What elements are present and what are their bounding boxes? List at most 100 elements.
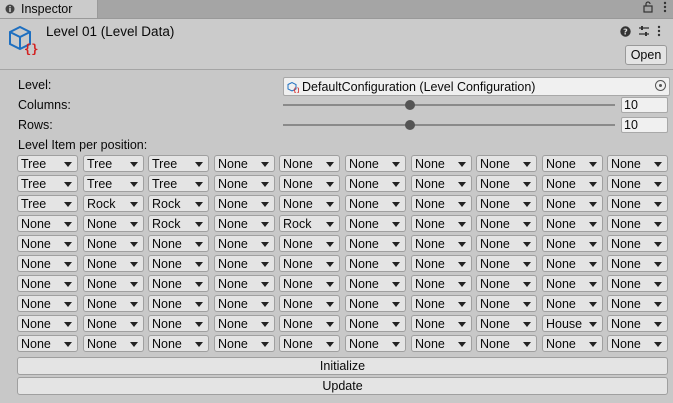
- level-item-dropdown[interactable]: None: [214, 235, 275, 252]
- level-item-dropdown[interactable]: None: [542, 335, 603, 352]
- level-item-dropdown[interactable]: None: [607, 155, 668, 172]
- level-item-dropdown[interactable]: None: [411, 155, 472, 172]
- level-item-dropdown[interactable]: None: [476, 315, 537, 332]
- level-item-dropdown[interactable]: None: [279, 155, 340, 172]
- lock-icon[interactable]: [643, 1, 653, 16]
- level-item-dropdown[interactable]: None: [83, 295, 144, 312]
- level-item-dropdown[interactable]: None: [279, 255, 340, 272]
- level-item-dropdown[interactable]: None: [345, 235, 406, 252]
- level-item-dropdown[interactable]: None: [214, 295, 275, 312]
- level-item-dropdown[interactable]: None: [17, 335, 78, 352]
- level-item-dropdown[interactable]: None: [607, 215, 668, 232]
- object-picker-icon[interactable]: [655, 80, 666, 91]
- level-item-dropdown[interactable]: None: [542, 235, 603, 252]
- level-item-dropdown[interactable]: None: [148, 295, 209, 312]
- level-item-dropdown[interactable]: None: [607, 195, 668, 212]
- level-item-dropdown[interactable]: None: [476, 175, 537, 192]
- level-item-dropdown[interactable]: None: [279, 295, 340, 312]
- level-item-dropdown[interactable]: None: [17, 235, 78, 252]
- level-item-dropdown[interactable]: None: [83, 215, 144, 232]
- level-item-dropdown[interactable]: House: [542, 315, 603, 332]
- level-item-dropdown[interactable]: None: [542, 295, 603, 312]
- level-item-dropdown[interactable]: None: [214, 255, 275, 272]
- level-item-dropdown[interactable]: None: [345, 315, 406, 332]
- level-item-dropdown[interactable]: None: [542, 195, 603, 212]
- level-item-dropdown[interactable]: Rock: [83, 195, 144, 212]
- level-item-dropdown[interactable]: Rock: [279, 215, 340, 232]
- open-button[interactable]: Open: [625, 45, 667, 65]
- level-item-dropdown[interactable]: None: [345, 255, 406, 272]
- level-item-dropdown[interactable]: None: [148, 335, 209, 352]
- level-item-dropdown[interactable]: None: [214, 215, 275, 232]
- header-kebab-menu-icon[interactable]: [657, 25, 661, 40]
- level-item-dropdown[interactable]: Rock: [148, 215, 209, 232]
- level-item-dropdown[interactable]: None: [214, 175, 275, 192]
- level-item-dropdown[interactable]: None: [345, 335, 406, 352]
- level-item-dropdown[interactable]: None: [214, 275, 275, 292]
- level-item-dropdown[interactable]: None: [607, 275, 668, 292]
- level-item-dropdown[interactable]: None: [607, 295, 668, 312]
- level-item-dropdown[interactable]: None: [476, 295, 537, 312]
- level-item-dropdown[interactable]: Tree: [17, 155, 78, 172]
- level-item-dropdown[interactable]: None: [214, 195, 275, 212]
- level-item-dropdown[interactable]: None: [279, 195, 340, 212]
- level-item-dropdown[interactable]: None: [345, 295, 406, 312]
- level-item-dropdown[interactable]: None: [411, 235, 472, 252]
- level-item-dropdown[interactable]: None: [542, 175, 603, 192]
- columns-slider-thumb[interactable]: [405, 100, 415, 110]
- level-item-dropdown[interactable]: None: [17, 215, 78, 232]
- level-item-dropdown[interactable]: None: [17, 315, 78, 332]
- level-item-dropdown[interactable]: None: [279, 275, 340, 292]
- level-item-dropdown[interactable]: None: [214, 335, 275, 352]
- level-item-dropdown[interactable]: None: [411, 295, 472, 312]
- level-item-dropdown[interactable]: None: [345, 155, 406, 172]
- columns-number-field[interactable]: 10: [621, 97, 668, 113]
- level-item-dropdown[interactable]: None: [148, 235, 209, 252]
- level-item-dropdown[interactable]: Tree: [17, 175, 78, 192]
- columns-slider[interactable]: [283, 97, 615, 113]
- level-item-dropdown[interactable]: None: [607, 235, 668, 252]
- level-item-dropdown[interactable]: None: [83, 275, 144, 292]
- level-item-dropdown[interactable]: None: [17, 295, 78, 312]
- presets-icon[interactable]: [638, 25, 650, 40]
- level-item-dropdown[interactable]: None: [148, 315, 209, 332]
- level-item-dropdown[interactable]: None: [83, 255, 144, 272]
- level-item-dropdown[interactable]: None: [476, 275, 537, 292]
- level-item-dropdown[interactable]: Tree: [83, 175, 144, 192]
- level-item-dropdown[interactable]: None: [476, 235, 537, 252]
- level-item-dropdown[interactable]: None: [542, 255, 603, 272]
- help-icon[interactable]: ?: [620, 25, 631, 40]
- tab-inspector[interactable]: Inspector: [0, 0, 98, 18]
- level-item-dropdown[interactable]: None: [607, 175, 668, 192]
- initialize-button[interactable]: Initialize: [17, 357, 668, 375]
- rows-number-field[interactable]: 10: [621, 117, 668, 133]
- level-item-dropdown[interactable]: None: [279, 315, 340, 332]
- level-item-dropdown[interactable]: Tree: [17, 195, 78, 212]
- level-item-dropdown[interactable]: None: [411, 195, 472, 212]
- level-item-dropdown[interactable]: None: [476, 155, 537, 172]
- level-object-field[interactable]: {} DefaultConfiguration (Level Configura…: [283, 77, 670, 96]
- level-item-dropdown[interactable]: None: [17, 255, 78, 272]
- level-item-dropdown[interactable]: None: [345, 195, 406, 212]
- level-item-dropdown[interactable]: None: [148, 255, 209, 272]
- level-item-dropdown[interactable]: None: [279, 235, 340, 252]
- level-item-dropdown[interactable]: None: [214, 315, 275, 332]
- level-item-dropdown[interactable]: None: [345, 175, 406, 192]
- level-item-dropdown[interactable]: None: [476, 335, 537, 352]
- level-item-dropdown[interactable]: None: [83, 315, 144, 332]
- level-item-dropdown[interactable]: None: [148, 275, 209, 292]
- level-item-dropdown[interactable]: Tree: [148, 175, 209, 192]
- level-item-dropdown[interactable]: None: [607, 315, 668, 332]
- level-item-dropdown[interactable]: None: [83, 235, 144, 252]
- level-item-dropdown[interactable]: None: [214, 155, 275, 172]
- level-item-dropdown[interactable]: None: [345, 275, 406, 292]
- level-item-dropdown[interactable]: Rock: [148, 195, 209, 212]
- level-item-dropdown[interactable]: None: [542, 155, 603, 172]
- level-item-dropdown[interactable]: None: [476, 195, 537, 212]
- rows-slider-thumb[interactable]: [405, 120, 415, 130]
- level-item-dropdown[interactable]: Tree: [83, 155, 144, 172]
- level-item-dropdown[interactable]: None: [607, 335, 668, 352]
- update-button[interactable]: Update: [17, 377, 668, 395]
- kebab-menu-icon[interactable]: [663, 1, 667, 16]
- level-item-dropdown[interactable]: None: [411, 275, 472, 292]
